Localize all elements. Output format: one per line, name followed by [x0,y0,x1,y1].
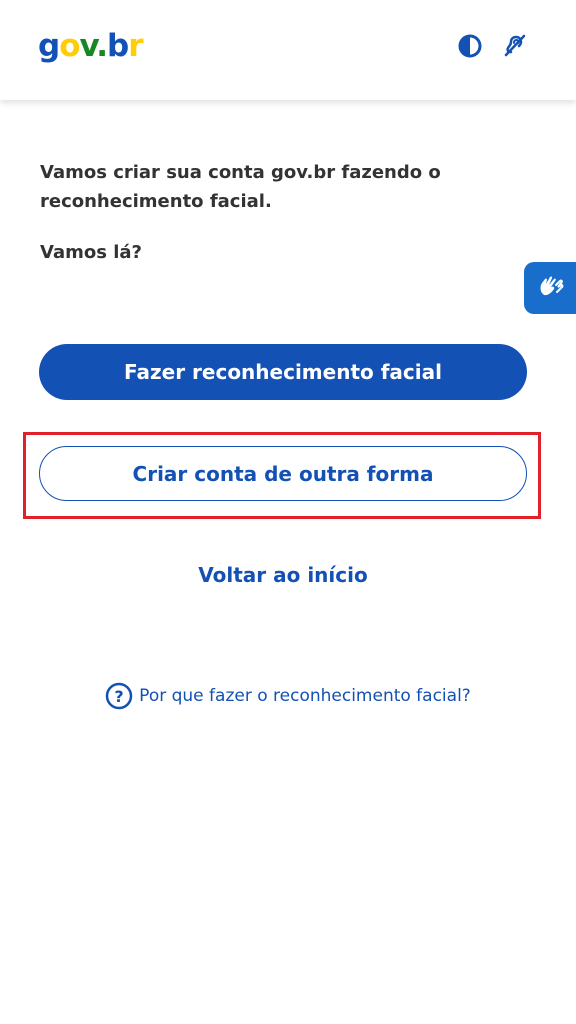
contrast-icon[interactable] [457,33,483,59]
back-to-start-link[interactable]: Voltar ao início [0,560,566,590]
govbr-logo[interactable]: gov.br [38,26,144,66]
accessibility-hearing-icon[interactable] [502,33,528,59]
svg-text:?: ? [115,687,124,706]
help-link[interactable]: ? Por que fazer o reconhecimento facial? [0,682,576,710]
facial-recognition-button[interactable]: Fazer reconhecimento facial [39,344,527,400]
question-circle-icon: ? [105,682,133,710]
header: gov.br [0,0,576,100]
sign-language-hands-icon [536,271,566,305]
vlibras-widget-button[interactable] [524,262,576,314]
help-link-label[interactable]: Por que fazer o reconhecimento facial? [139,682,471,710]
intro-text: Vamos criar sua conta gov.br fazendo o r… [40,162,441,212]
question-text: Vamos lá? [40,242,142,263]
create-account-other-way-button[interactable]: Criar conta de outra forma [39,446,527,501]
